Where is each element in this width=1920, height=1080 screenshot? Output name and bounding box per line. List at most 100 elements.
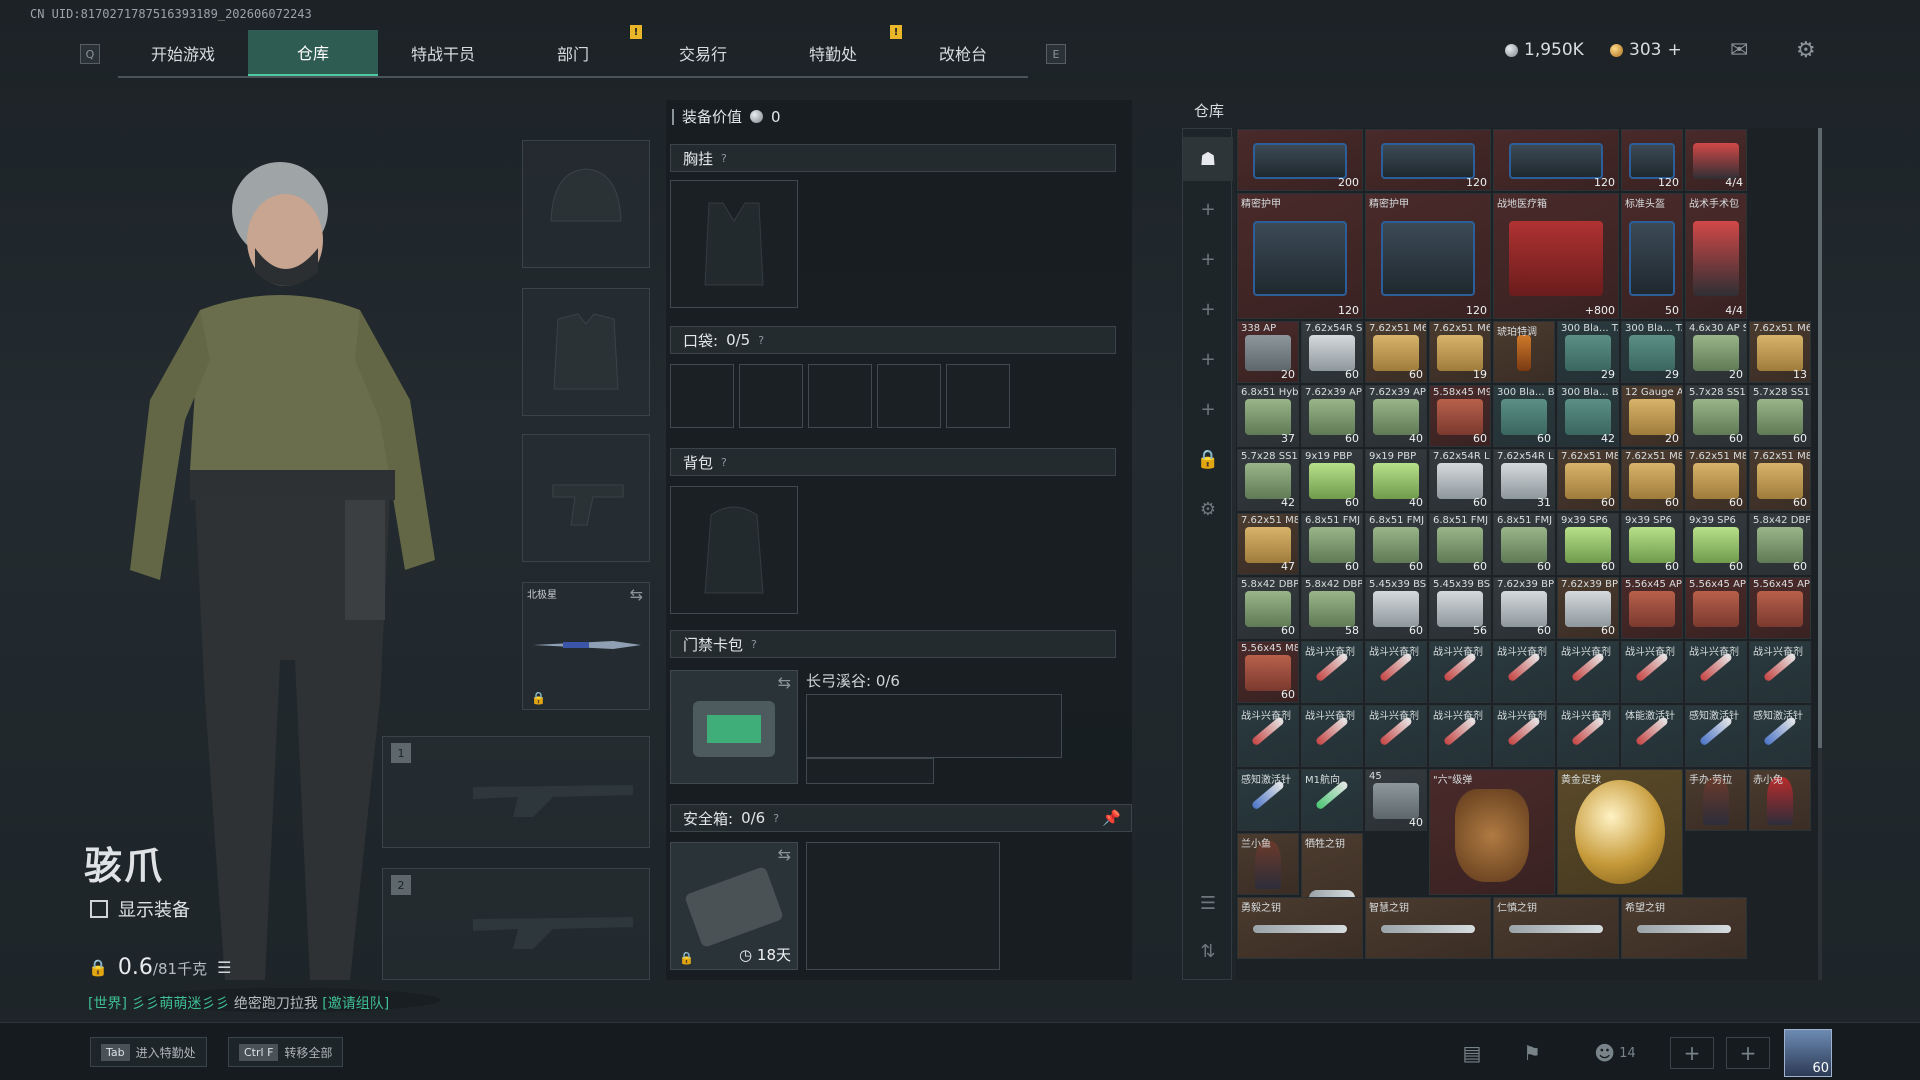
warehouse-item[interactable]: 9x39 SP6 60	[1685, 513, 1747, 575]
warehouse-item[interactable]: 5.56x45 APC	[1621, 577, 1683, 639]
warehouse-item[interactable]: 7.62x54R LPS 31	[1493, 449, 1555, 511]
armor-slot[interactable]	[522, 288, 650, 416]
warehouse-item[interactable]: 5.45x39 BS 60	[1365, 577, 1427, 639]
warehouse-item[interactable]: 7.62x51 M80 47	[1237, 513, 1299, 575]
mail-icon[interactable]: ✉	[1730, 38, 1748, 63]
scrollbar-thumb[interactable]	[1818, 128, 1822, 748]
warehouse-item[interactable]: 体能激活针	[1621, 705, 1683, 767]
flag-icon[interactable]: ⚑	[1510, 1037, 1554, 1069]
lock-icon[interactable]: 🔒	[1183, 437, 1233, 481]
keycard-grid-lower[interactable]	[806, 758, 934, 784]
warehouse-item[interactable]: 5.56x45 APC	[1685, 577, 1747, 639]
warehouse-item[interactable]: 战地医疗箱 +800	[1493, 193, 1619, 319]
warehouse-item[interactable]: 战斗兴奋剂	[1365, 641, 1427, 703]
add-tab-icon[interactable]: +	[1183, 237, 1233, 281]
warehouse-item[interactable]: 标准头盔 50	[1621, 193, 1683, 319]
help-icon[interactable]: ?	[721, 152, 727, 165]
add-tab-icon[interactable]: +	[1183, 287, 1233, 331]
warehouse-item[interactable]: 120	[1365, 129, 1491, 191]
warehouse-scrollbar[interactable]	[1818, 128, 1822, 980]
prev-tab-key[interactable]: Q	[80, 44, 100, 64]
add-tab-icon[interactable]: +	[1183, 337, 1233, 381]
invite-team-link[interactable]: [邀请组队]	[322, 996, 389, 1012]
warehouse-item[interactable]: 7.62x51 M62 60	[1365, 321, 1427, 383]
warehouse-item[interactable]: 5.45x39 BS 56	[1429, 577, 1491, 639]
gold-currency[interactable]: 303 +	[1610, 40, 1682, 60]
warehouse-item[interactable]: 300 Bla... TACTX 29	[1621, 321, 1683, 383]
warehouse-item[interactable]: 7.62x39 BP 60	[1557, 577, 1619, 639]
layers-icon[interactable]: ☰	[1183, 881, 1233, 925]
primary-weapon-slot[interactable]: 1	[382, 736, 650, 848]
help-icon[interactable]: ?	[721, 456, 727, 469]
swap-icon[interactable]: ⇆	[630, 585, 643, 604]
warehouse-item[interactable]: 战斗兴奋剂	[1621, 641, 1683, 703]
warehouse-item[interactable]: 7.62x51 M62 13	[1749, 321, 1811, 383]
warehouse-item[interactable]: 4.6x30 AP SX 20	[1685, 321, 1747, 383]
tab-1[interactable]: 仓库	[248, 30, 378, 76]
tab-6[interactable]: 改枪台	[898, 30, 1028, 76]
warehouse-item[interactable]: 120	[1493, 129, 1619, 191]
warehouse-item[interactable]: 战斗兴奋剂	[1557, 641, 1619, 703]
pocket-slot[interactable]	[670, 364, 734, 428]
pistol-slot[interactable]	[522, 434, 650, 562]
warehouse-item[interactable]: 战斗兴奋剂	[1749, 641, 1811, 703]
warehouse-item[interactable]: 5.56x45 M855A1 60	[1237, 641, 1299, 703]
warehouse-item[interactable]: 300 Bla... BPSPEMJ 42	[1557, 385, 1619, 447]
warehouse-item[interactable]: 战斗兴奋剂	[1493, 641, 1555, 703]
melee-slot[interactable]: 北极星 ⇆ 🔒	[522, 582, 650, 710]
safe-box-grid[interactable]	[806, 842, 1000, 970]
tab-5[interactable]: 特勤处!	[768, 25, 902, 76]
pocket-slot[interactable]	[946, 364, 1010, 428]
pocket-slot[interactable]	[877, 364, 941, 428]
transfer-all-hint[interactable]: Ctrl F 转移全部	[228, 1037, 344, 1067]
warehouse-item[interactable]: 智慧之钥	[1365, 897, 1491, 959]
gear-icon[interactable]: ⚙	[1796, 38, 1816, 63]
warehouse-item[interactable]: 感知激活针	[1237, 769, 1299, 831]
stats-icon[interactable]: ▤	[1450, 1037, 1494, 1069]
warehouse-item[interactable]: 战斗兴奋剂	[1301, 705, 1363, 767]
warehouse-item[interactable]: 精密护甲 120	[1237, 193, 1363, 319]
warehouse-item[interactable]: 5.58x45 M995 60	[1429, 385, 1491, 447]
warehouse-item[interactable]: 7.62x51 M80 60	[1557, 449, 1619, 511]
warehouse-item[interactable]: 5.7x28 SS190 42	[1237, 449, 1299, 511]
chat-user[interactable]: 彡彡萌萌迷彡彡	[131, 996, 229, 1012]
warehouse-item[interactable]: 仁慎之钥	[1493, 897, 1619, 959]
sort-icon[interactable]: ⇅	[1183, 929, 1233, 973]
warehouse-item[interactable]: 338 AP 20	[1237, 321, 1299, 383]
warehouse-item[interactable]: 5.56x45 APC	[1749, 577, 1811, 639]
tab-0[interactable]: 开始游戏	[118, 30, 248, 76]
warehouse-item[interactable]: 兰小鱼	[1237, 833, 1299, 895]
warehouse-item[interactable]: 6.8x51 FMJ 60	[1365, 513, 1427, 575]
warehouse-item[interactable]: 希望之钥	[1621, 897, 1747, 959]
warehouse-item[interactable]: M1航向	[1301, 769, 1363, 831]
warehouse-item[interactable]: 4/4	[1685, 129, 1747, 191]
secondary-weapon-slot[interactable]: 2	[382, 868, 650, 980]
keycard-grid[interactable]	[806, 694, 1062, 758]
friends-button[interactable]: ☻ 14	[1580, 1037, 1650, 1069]
help-icon[interactable]: ?	[773, 812, 779, 825]
warehouse-item[interactable]: 5.7x28 SS190 60	[1685, 385, 1747, 447]
warehouse-item[interactable]: 7.62x39 BP 60	[1493, 577, 1555, 639]
pocket-slot[interactable]	[739, 364, 803, 428]
warehouse-item[interactable]: 手办·劳拉	[1685, 769, 1747, 831]
warehouse-item[interactable]: 7.62x39 AP 60	[1301, 385, 1363, 447]
warehouse-item[interactable]: 7.62x51 M80 60	[1621, 449, 1683, 511]
warehouse-item[interactable]: 5.8x42 DBP10 58	[1301, 577, 1363, 639]
warehouse-item[interactable]: 感知激活针	[1685, 705, 1747, 767]
warehouse-item[interactable]: 9x39 SP6 60	[1557, 513, 1619, 575]
warehouse-item[interactable]: 精密护甲 120	[1365, 193, 1491, 319]
enter-special-service-hint[interactable]: Tab 进入特勤处	[90, 1037, 207, 1067]
swap-icon[interactable]: ⇆	[778, 845, 791, 864]
safe-box-slot[interactable]: ⇆ 🔒 ◷ 18天	[670, 842, 798, 970]
keycard-case-slot[interactable]: ⇆	[670, 670, 798, 784]
show-equipment-toggle[interactable]: 显示装备	[90, 896, 190, 922]
warehouse-item[interactable]: 琥珀特调	[1493, 321, 1555, 383]
warehouse-item[interactable]: 战斗兴奋剂	[1301, 641, 1363, 703]
chest-rig-slot[interactable]	[670, 180, 798, 308]
warehouse-item[interactable]: 战斗兴奋剂	[1429, 705, 1491, 767]
add-tab-icon[interactable]: +	[1183, 187, 1233, 231]
invite-slot-button[interactable]: +	[1670, 1037, 1714, 1069]
warehouse-item[interactable]: 战斗兴奋剂	[1429, 641, 1491, 703]
help-icon[interactable]: ?	[758, 334, 764, 347]
helmet-slot[interactable]	[522, 140, 650, 268]
